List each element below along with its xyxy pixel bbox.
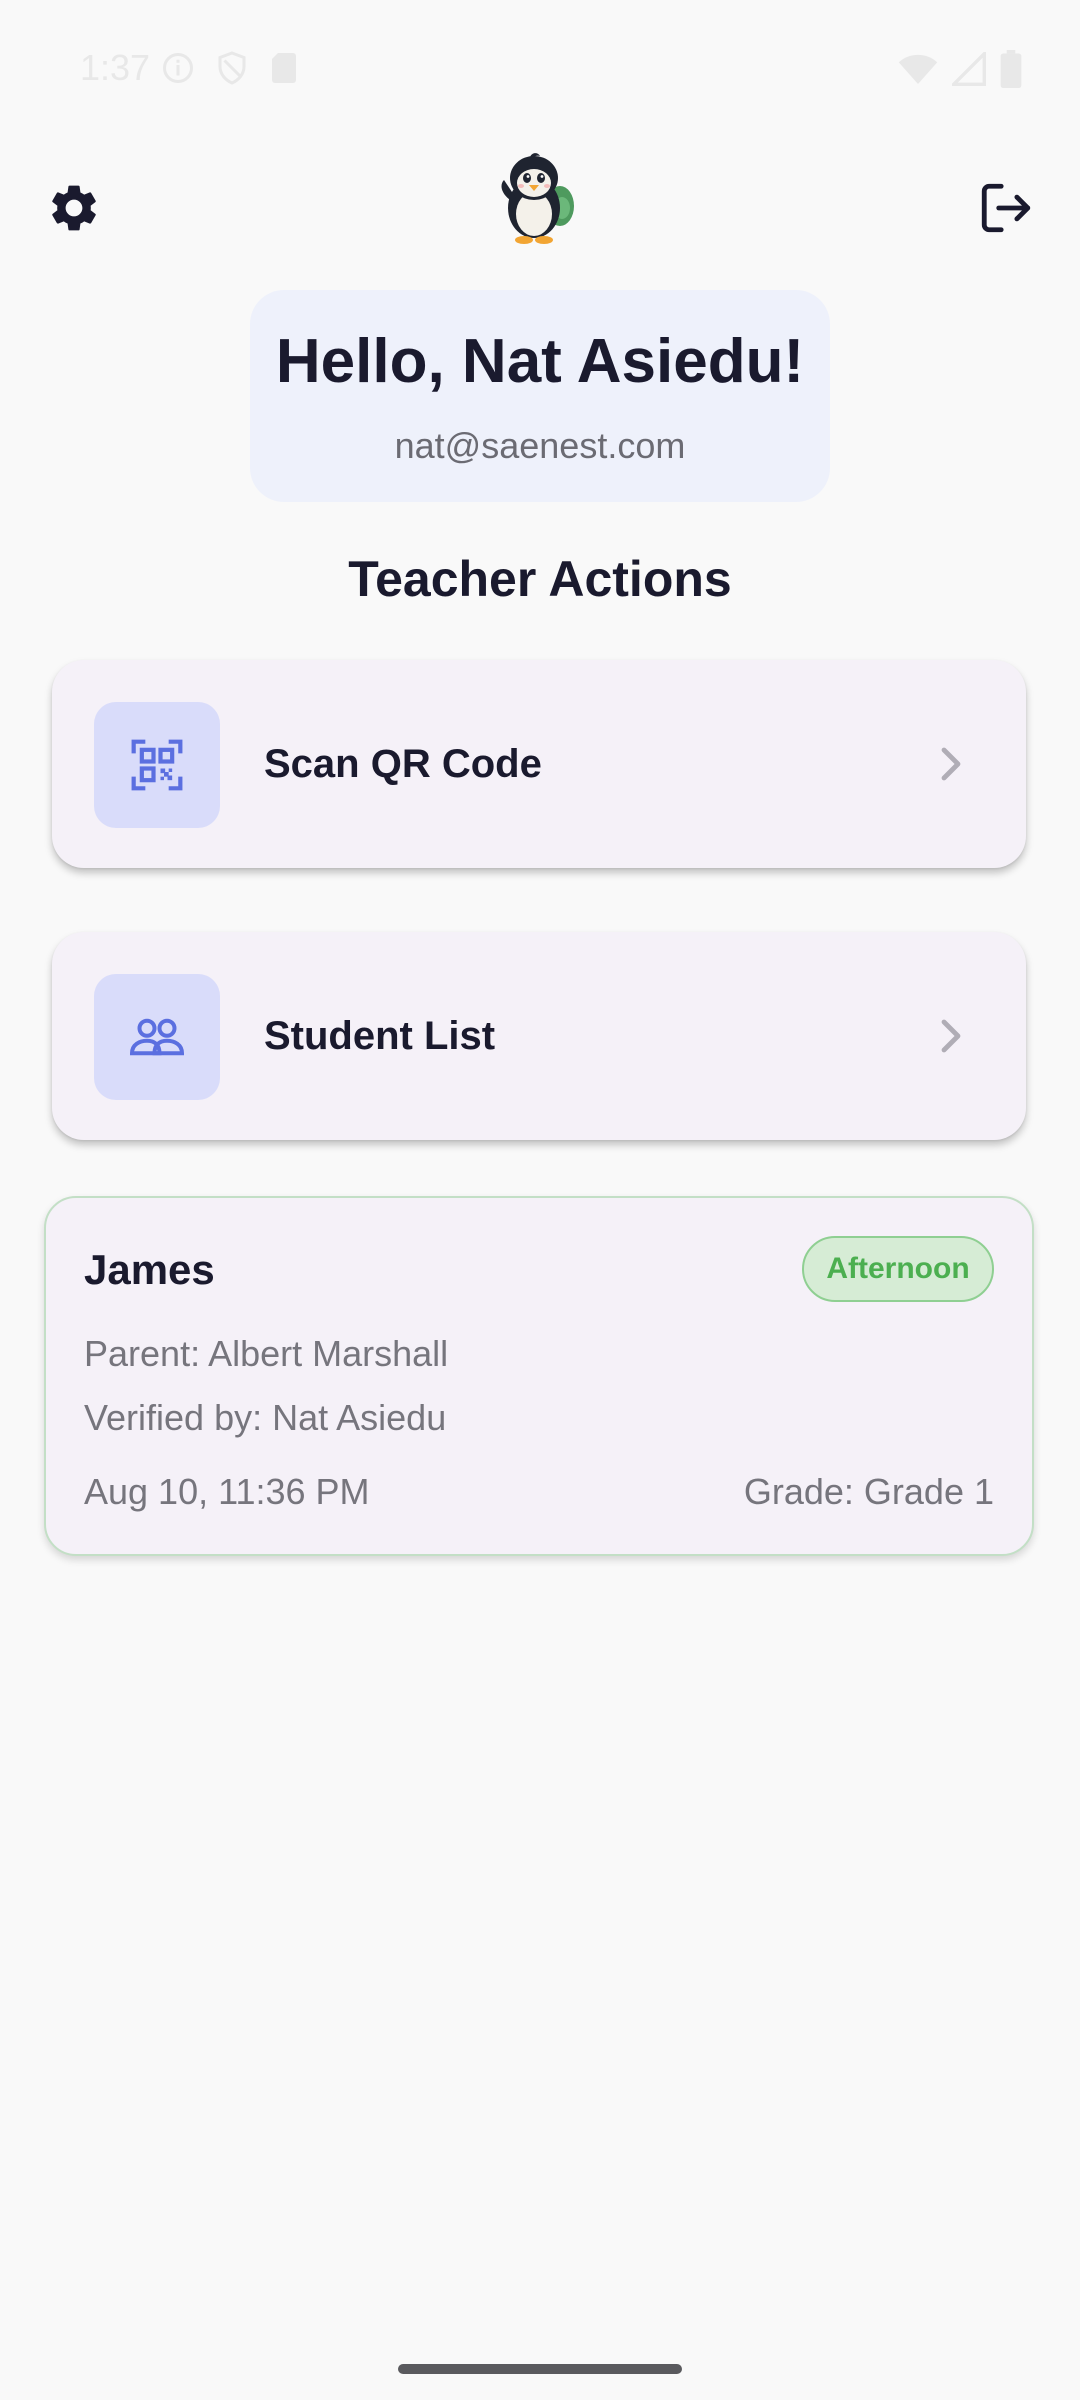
battery-icon: [1000, 50, 1022, 88]
chevron-right-icon: [941, 1019, 961, 1053]
student-list-label: Student List: [264, 1014, 496, 1058]
parent-name: Parent: Albert Marshall: [84, 1333, 449, 1374]
status-right-icons: [898, 50, 1022, 88]
shield-icon: [218, 51, 246, 85]
timestamp: Aug 10, 11:36 PM: [84, 1471, 370, 1512]
chevron-right-icon: [941, 747, 961, 781]
user-email: nat@saenest.com: [394, 425, 686, 466]
section-title: Teacher Actions: [348, 551, 732, 607]
info-icon: [163, 53, 193, 83]
scan-qr-code-label: Scan QR Code: [264, 742, 542, 786]
grade-label: Grade: Grade 1: [743, 1471, 994, 1512]
home-indicator[interactable]: [398, 2364, 682, 2374]
penguin-logo: [501, 153, 574, 244]
verified-by: Verified by: Nat Asiedu: [84, 1397, 447, 1438]
scan-qr-code-card[interactable]: Scan QR Code: [52, 660, 1026, 868]
attendance-record-card[interactable]: James Afternoon Parent: Albert Marshall …: [44, 1196, 1034, 1556]
settings-button[interactable]: [36, 170, 112, 246]
student-name: James: [84, 1246, 215, 1293]
session-badge: Afternoon: [802, 1236, 994, 1302]
sim-card-icon: [272, 53, 296, 83]
people-icon: [129, 1018, 185, 1056]
student-list-icon-container: [94, 974, 220, 1100]
status-bar: 1:37: [0, 0, 1080, 132]
gear-icon: [52, 185, 96, 231]
greeting-card: Hello, Nat Asiedu! nat@saenest.com: [250, 290, 830, 502]
top-app-bar: [0, 140, 1080, 280]
qr-code-scanner-icon: [131, 739, 183, 791]
status-time: 1:37: [80, 47, 151, 88]
greeting-title: Hello, Nat Asiedu!: [275, 327, 805, 396]
signal-icon: [952, 52, 986, 86]
logout-icon: [981, 183, 1031, 233]
scan-qr-icon-container: [94, 702, 220, 828]
student-list-card[interactable]: Student List: [52, 932, 1026, 1140]
wifi-icon: [898, 54, 938, 84]
logout-button[interactable]: [968, 170, 1044, 246]
status-left-icons: [160, 50, 300, 86]
